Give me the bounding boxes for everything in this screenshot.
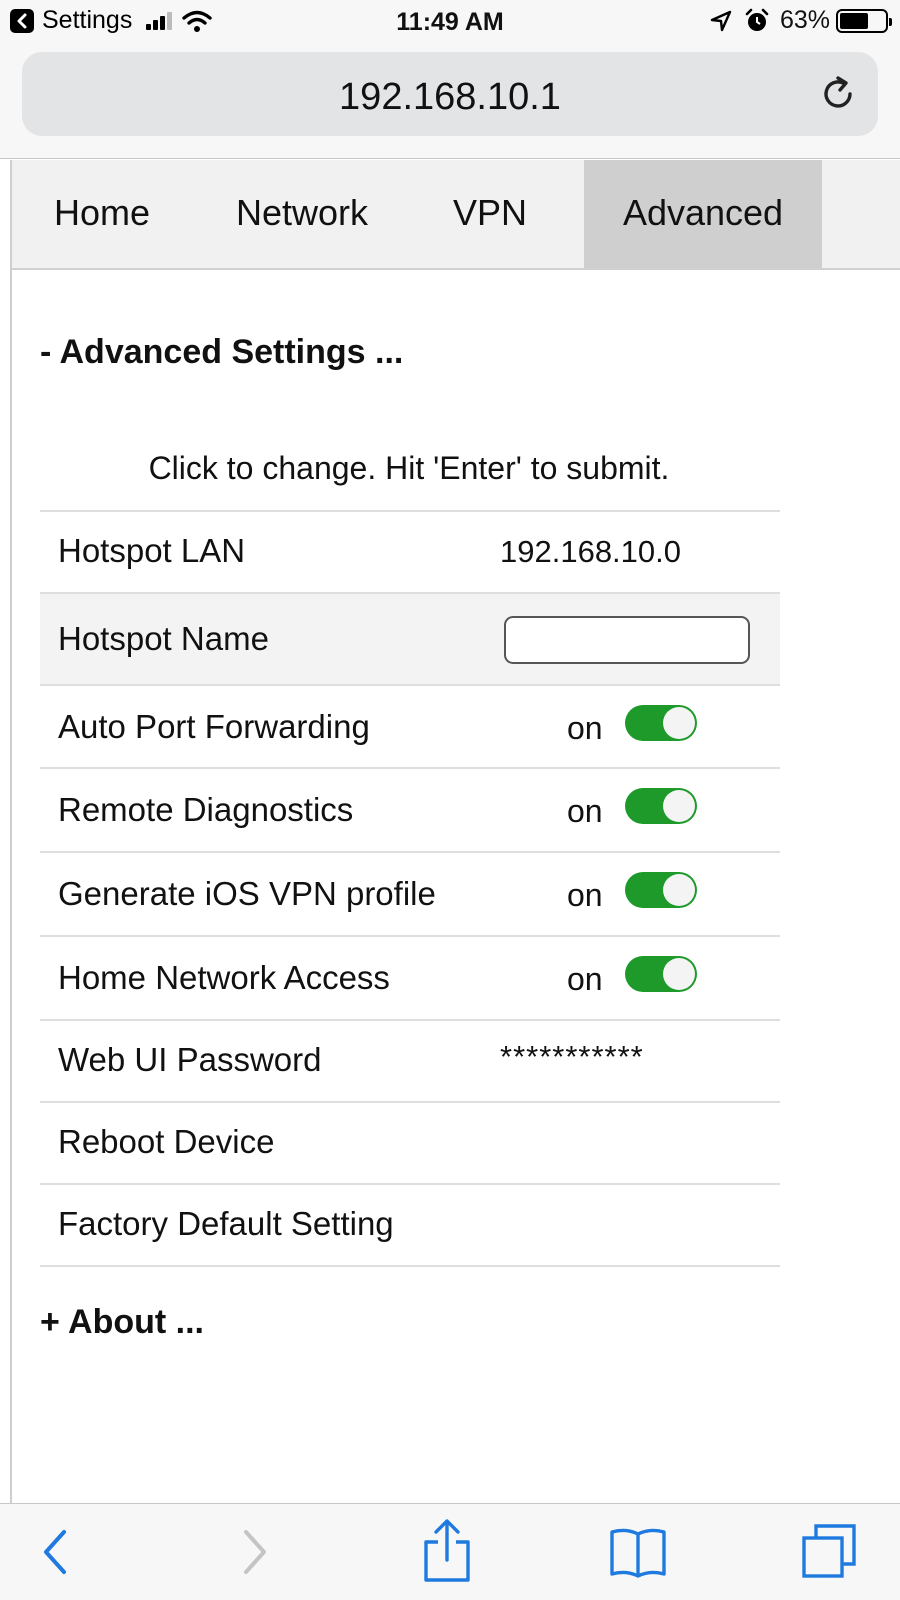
- setting-label: Web UI Password: [58, 1041, 322, 1078]
- remote-diagnostics-toggle[interactable]: [625, 788, 697, 824]
- router-web-page: Home Network VPN Advanced - Advanced Set…: [10, 160, 900, 1503]
- setting-label: Remote Diagnostics: [58, 791, 354, 828]
- tab-network[interactable]: Network: [212, 160, 392, 268]
- browser-address-area: 192.168.10.1: [0, 44, 900, 159]
- address-bar[interactable]: 192.168.10.1: [22, 52, 878, 136]
- about-heading[interactable]: + About ...: [40, 1303, 204, 1342]
- nav-tabs: Home Network VPN Advanced: [12, 160, 900, 270]
- table-row: Home Network Access on: [40, 937, 780, 1021]
- table-row[interactable]: Hotspot LAN 192.168.10.0: [40, 512, 780, 594]
- table-row: Remote Diagnostics on: [40, 769, 780, 853]
- advanced-settings-heading[interactable]: - Advanced Settings ...: [40, 333, 403, 372]
- back-arrow-icon[interactable]: [38, 1524, 74, 1580]
- bookmarks-icon[interactable]: [608, 1526, 668, 1580]
- web-ui-password-value[interactable]: ***********: [500, 1039, 644, 1075]
- table-row[interactable]: Web UI Password ***********: [40, 1021, 780, 1103]
- setting-label: Auto Port Forwarding: [58, 708, 370, 745]
- status-bar: Settings 11:49 AM 63%: [0, 0, 900, 44]
- hotspot-name-input[interactable]: [504, 616, 750, 664]
- table-row: Generate iOS VPN profile on: [40, 853, 780, 937]
- tabs-icon[interactable]: [800, 1522, 858, 1580]
- alarm-clock-icon: [745, 8, 769, 31]
- tab-advanced[interactable]: Advanced: [584, 160, 822, 268]
- tab-home[interactable]: Home: [30, 160, 174, 268]
- status-right: 63%: [710, 6, 892, 35]
- battery-icon: [836, 8, 892, 33]
- toggle-knob: [663, 874, 695, 906]
- browser-toolbar: [0, 1503, 900, 1600]
- instruction-text: Click to change. Hit 'Enter' to submit.: [148, 450, 670, 486]
- url-text[interactable]: 192.168.10.1: [22, 76, 878, 119]
- setting-label[interactable]: Reboot Device: [58, 1123, 274, 1161]
- ios-vpn-profile-toggle[interactable]: [625, 872, 697, 908]
- toggle-state-text: on: [567, 877, 603, 913]
- auto-port-forwarding-toggle[interactable]: [625, 705, 697, 741]
- battery-percent: 63%: [779, 6, 830, 34]
- setting-label: Home Network Access: [58, 959, 390, 996]
- share-icon[interactable]: [420, 1518, 474, 1584]
- reload-icon[interactable]: [818, 74, 858, 114]
- toggle-state-text: on: [567, 710, 603, 746]
- toggle-state-text: on: [567, 793, 603, 829]
- toggle-state-text: on: [567, 961, 603, 997]
- table-row: Auto Port Forwarding on: [40, 686, 780, 769]
- toggle-knob: [663, 958, 695, 990]
- hotspot-lan-value[interactable]: 192.168.10.0: [500, 534, 681, 570]
- reboot-device-row[interactable]: Reboot Device: [40, 1103, 780, 1185]
- settings-table: Hotspot LAN 192.168.10.0 Hotspot Name Au…: [40, 510, 780, 1267]
- hotspot-name-field[interactable]: [506, 618, 748, 662]
- factory-default-row[interactable]: Factory Default Setting: [40, 1185, 780, 1267]
- toggle-knob: [663, 790, 695, 822]
- toggle-knob: [663, 707, 695, 739]
- location-arrow-icon: [710, 10, 732, 31]
- setting-label: Hotspot Name: [58, 620, 269, 657]
- battery-fill: [840, 12, 868, 29]
- tab-vpn[interactable]: VPN: [432, 160, 548, 268]
- table-row: Hotspot Name: [40, 594, 780, 686]
- setting-label[interactable]: Factory Default Setting: [58, 1205, 394, 1243]
- setting-label: Hotspot LAN: [58, 532, 246, 569]
- forward-arrow-icon[interactable]: [236, 1524, 272, 1580]
- setting-label: Generate iOS VPN profile: [58, 875, 436, 912]
- home-network-access-toggle[interactable]: [625, 956, 697, 992]
